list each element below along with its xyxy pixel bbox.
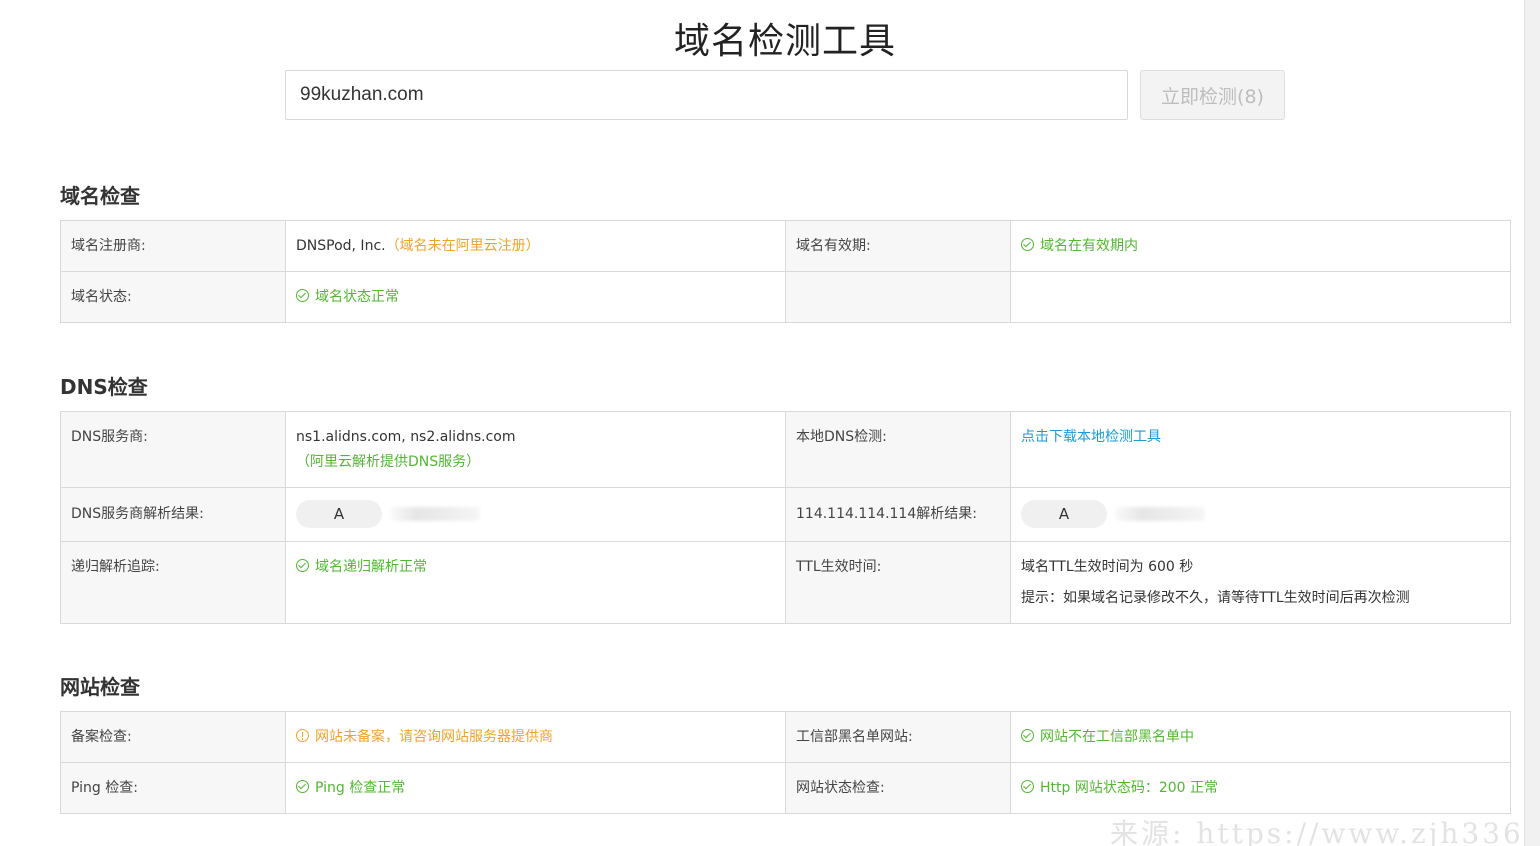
validity-value-cell: 域名在有效期内 [1010,220,1511,272]
registrar-label: 域名注册商: [71,238,146,254]
table-row: 域名状态: 域名状态正常 [60,271,1511,323]
ttl-tip: 提示：如果域名记录修改不久，请等待TTL生效时间后再次检测 [1021,590,1410,606]
icp-value-cell: 网站未备案，请咨询网站服务器提供商 [285,711,786,763]
warning-circle-icon [296,729,309,742]
status-label: 域名状态: [71,289,132,305]
vertical-scrollbar[interactable] [1524,0,1540,846]
local-dns-label: 本地DNS检测: [796,429,887,445]
check-circle-icon [1021,729,1034,742]
registrar-value: DNSPod, Inc. [296,238,386,254]
ping-value: Ping 检查正常 [315,780,406,796]
blacklist-label-cell: 工信部黑名单网站: [785,711,1011,763]
recursive-label-cell: 递归解析追踪: [60,541,286,624]
ping-label: Ping 检查: [71,780,138,796]
blacklist-value-cell: 网站不在工信部黑名单中 [1010,711,1511,763]
section-title-domain: 域名检查 [60,184,140,208]
ping-label-cell: Ping 检查: [60,762,286,814]
ttl-value: 域名TTL生效时间为 600 秒 [1021,559,1194,575]
icp-label: 备案检查: [71,729,132,745]
empty-value-cell [1010,271,1511,323]
http-value-cell: Http 网站状态码：200 正常 [1010,762,1511,814]
section-title-dns: DNS检查 [60,375,148,399]
dns-provider-label-cell: DNS服务商: [60,411,286,488]
blacklist-label: 工信部黑名单网站: [796,729,913,745]
check-circle-icon [1021,780,1034,793]
ttl-label: TTL生效时间: [796,559,882,575]
dns-provider-note: （阿里云解析提供DNS服务） [296,454,481,470]
provider-result-label: DNS服务商解析结果: [71,506,204,522]
check-circle-icon [1021,238,1034,251]
record-type-badge: A [296,500,382,528]
status-label-cell: 域名状态: [60,271,286,323]
registrar-value-cell: DNSPod, Inc.（域名未在阿里云注册） [285,220,786,272]
ttl-label-cell: TTL生效时间: [785,541,1011,624]
check-circle-icon [296,289,309,302]
validity-label: 域名有效期: [796,238,871,254]
check-circle-icon [296,559,309,572]
http-value: Http 网站状态码：200 正常 [1040,780,1219,796]
http-label: 网站状态检查: [796,780,885,796]
recursive-label: 递归解析追踪: [71,559,160,575]
check-circle-icon [296,780,309,793]
redacted-ip [1115,507,1205,521]
table-row: DNS服务商: ns1.alidns.com, ns2.alidns.com （… [60,411,1511,488]
validity-value: 域名在有效期内 [1040,238,1138,254]
dns-provider-value-cell: ns1.alidns.com, ns2.alidns.com （阿里云解析提供D… [285,411,786,488]
table-row: Ping 检查: Ping 检查正常 网站状态检查: Http 网站状态码：20… [60,762,1511,814]
status-value: 域名状态正常 [315,289,399,305]
public-result-label: 114.114.114.114解析结果: [796,506,977,522]
page-title: 域名检测工具 [673,21,896,62]
record-type-badge: A [1021,500,1107,528]
status-value-cell: 域名状态正常 [285,271,786,323]
registrar-note: （域名未在阿里云注册） [385,238,540,254]
provider-result-label-cell: DNS服务商解析结果: [60,487,286,542]
ttl-value-cell: 域名TTL生效时间为 600 秒 提示：如果域名记录修改不久，请等待TTL生效时… [1010,541,1511,624]
registrar-label-cell: 域名注册商: [60,220,286,272]
dns-provider-value: ns1.alidns.com, ns2.alidns.com [296,429,516,445]
blacklist-value: 网站不在工信部黑名单中 [1040,729,1194,745]
public-result-value-cell: A [1010,487,1511,542]
recursive-value: 域名递归解析正常 [315,559,427,575]
source-watermark: 来源: https://www.zjh336.c [1110,817,1526,846]
local-dns-label-cell: 本地DNS检测: [785,411,1011,488]
website-check-table: 备案检查: 网站未备案，请咨询网站服务器提供商 工信部黑名单网站: 网站不在工信… [60,711,1511,814]
domain-check-table: 域名注册商: DNSPod, Inc.（域名未在阿里云注册） 域名有效期: 域名… [60,220,1511,323]
validity-label-cell: 域名有效期: [785,220,1011,272]
section-title-website: 网站检查 [60,675,140,699]
download-local-tool-link[interactable]: 点击下载本地检测工具 [1021,429,1161,445]
icp-value: 网站未备案，请咨询网站服务器提供商 [315,729,553,745]
table-row: 备案检查: 网站未备案，请咨询网站服务器提供商 工信部黑名单网站: 网站不在工信… [60,711,1511,763]
provider-result-value-cell: A [285,487,786,542]
table-row: 域名注册商: DNSPod, Inc.（域名未在阿里云注册） 域名有效期: 域名… [60,220,1511,272]
redacted-ip [390,507,480,521]
recursive-value-cell: 域名递归解析正常 [285,541,786,624]
empty-label-cell [785,271,1011,323]
check-now-button[interactable]: 立即检测(8) [1140,70,1285,120]
icp-label-cell: 备案检查: [60,711,286,763]
public-result-label-cell: 114.114.114.114解析结果: [785,487,1011,542]
dns-provider-label: DNS服务商: [71,429,148,445]
page: 域名检测工具 立即检测(8) 域名检查 域名注册商: DNSPod, Inc.（… [0,0,1540,846]
domain-search-input[interactable] [285,70,1128,120]
dns-check-table: DNS服务商: ns1.alidns.com, ns2.alidns.com （… [60,411,1511,624]
table-row: 递归解析追踪: 域名递归解析正常 TTL生效时间: 域名TTL生效时间为 600… [60,541,1511,624]
ping-value-cell: Ping 检查正常 [285,762,786,814]
table-row: DNS服务商解析结果: A 114.114.114.114解析结果: A [60,487,1511,542]
http-label-cell: 网站状态检查: [785,762,1011,814]
local-dns-value-cell: 点击下载本地检测工具 [1010,411,1511,488]
